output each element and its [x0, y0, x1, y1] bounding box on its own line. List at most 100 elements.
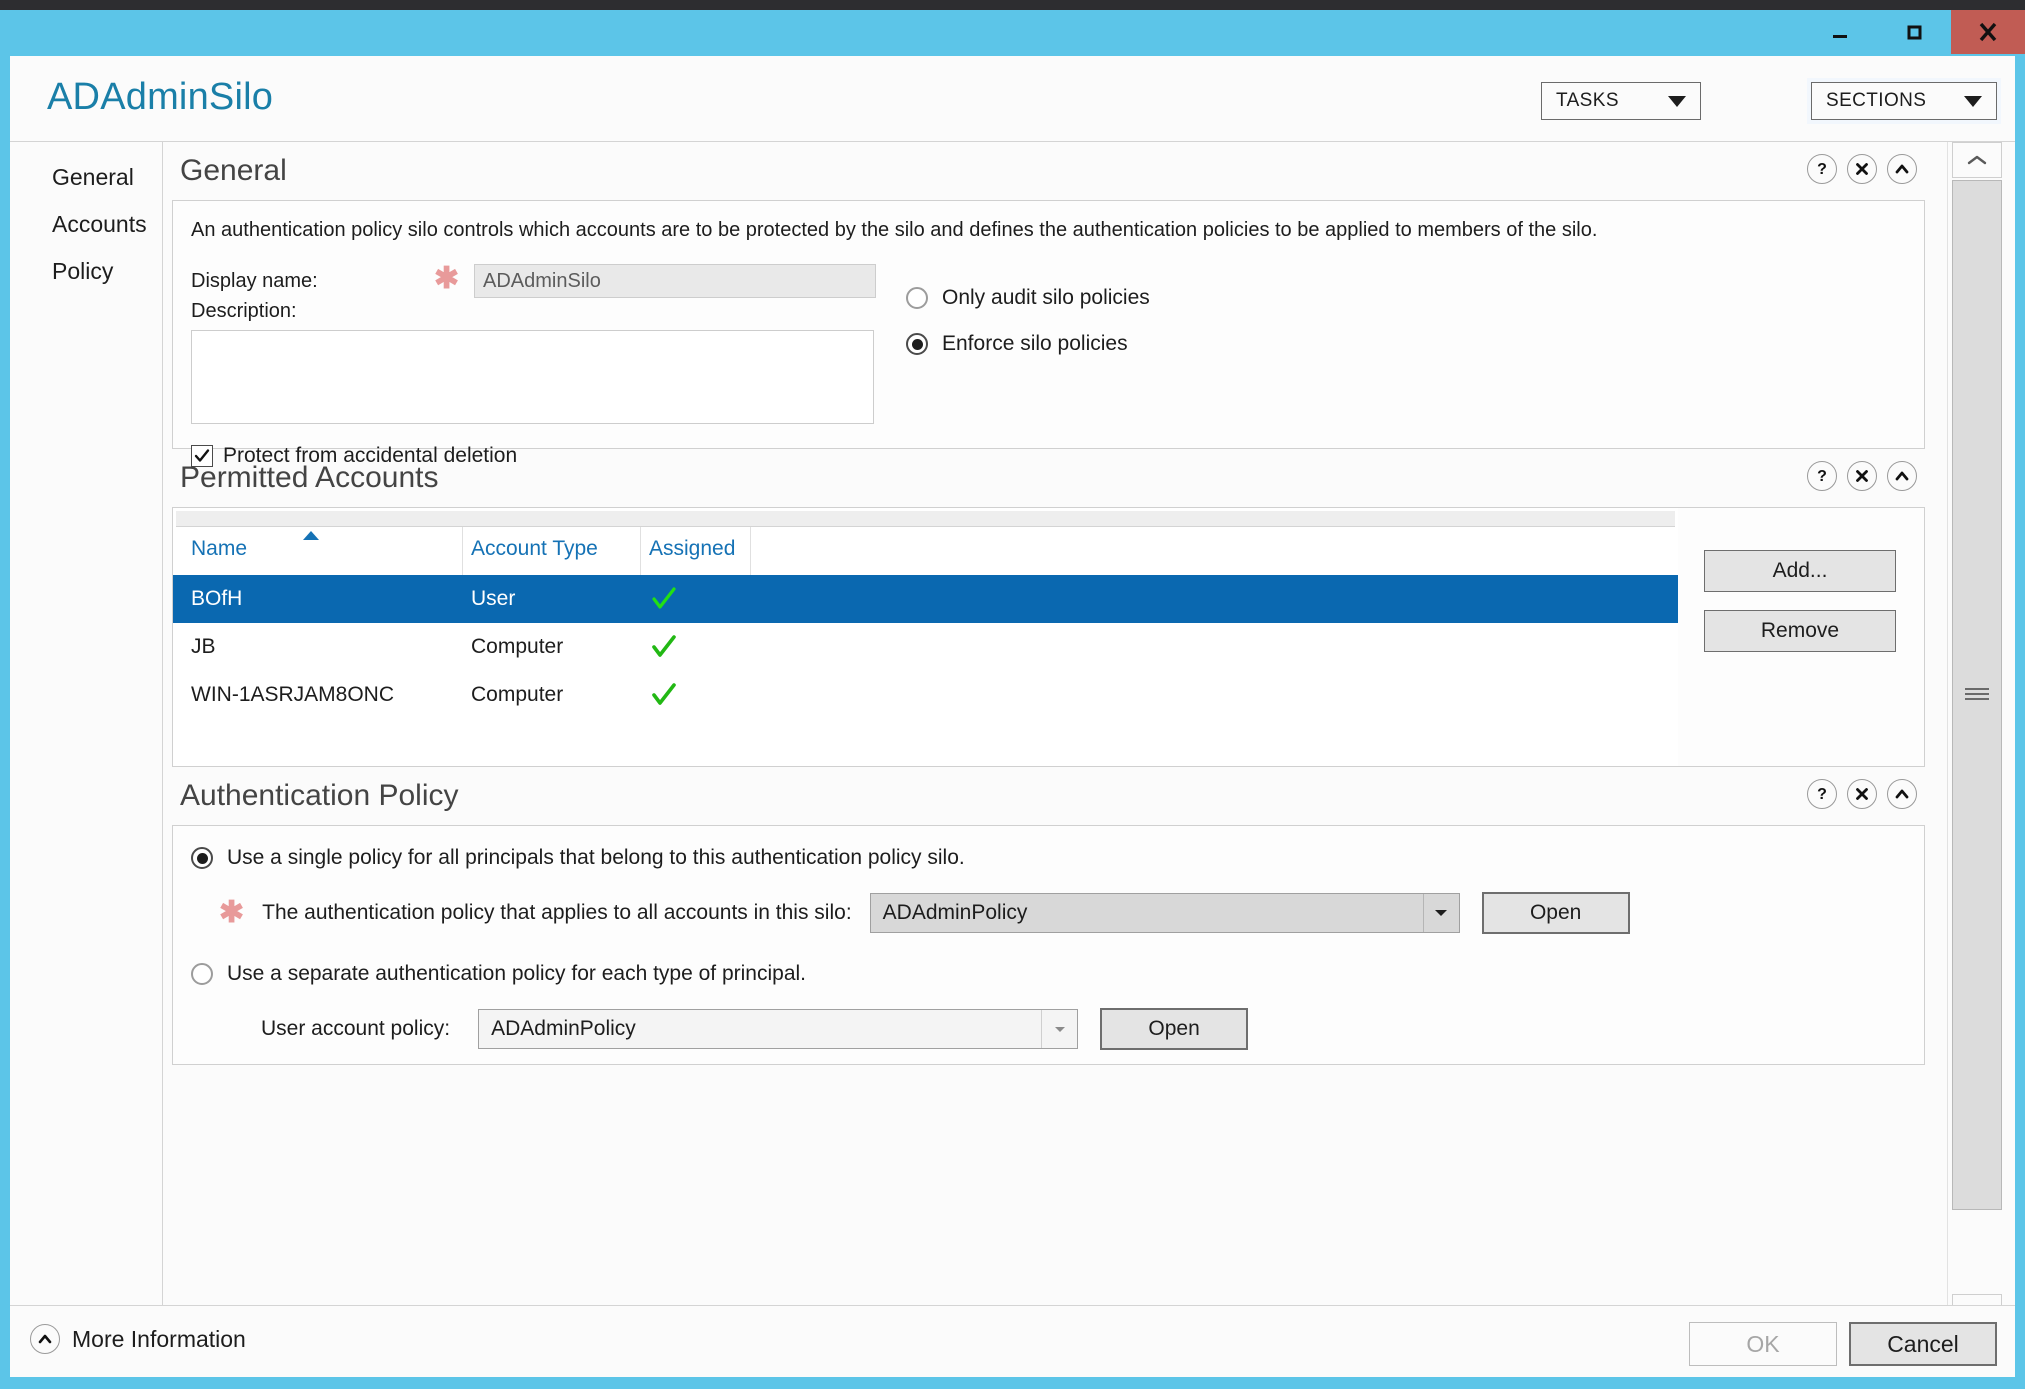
- single-policy-value: ADAdminPolicy: [883, 901, 1028, 925]
- table-row[interactable]: WIN-1ASRJAM8ONC Computer: [173, 671, 1678, 719]
- cancel-button[interactable]: Cancel: [1849, 1322, 1997, 1366]
- column-header-name[interactable]: Name: [183, 527, 463, 575]
- ok-button[interactable]: OK: [1689, 1322, 1837, 1366]
- cell-account-type: User: [471, 587, 649, 611]
- chevron-up-icon: [1892, 159, 1912, 179]
- minimize-button[interactable]: [1803, 10, 1877, 54]
- open-single-policy-button[interactable]: Open: [1482, 892, 1630, 934]
- maximize-button[interactable]: [1877, 10, 1951, 54]
- help-icon[interactable]: ?: [1807, 154, 1837, 184]
- sidebar-item-label: General: [52, 164, 134, 190]
- display-name-value: ADAdminSilo: [483, 270, 601, 292]
- table-row[interactable]: JB Computer: [173, 623, 1678, 671]
- column-header-account-type[interactable]: Account Type: [463, 527, 641, 575]
- scroll-up-button[interactable]: [1952, 142, 2002, 178]
- dialog-window: ADAdminSilo TASKS SECTIONS General Accou…: [0, 10, 2025, 1389]
- panel-header: ADAdminSilo TASKS SECTIONS: [10, 56, 2015, 142]
- sidebar-item-general[interactable]: General: [10, 154, 162, 201]
- radio-enforce-label: Enforce silo policies: [942, 332, 1128, 356]
- radio-single-policy-label: Use a single policy for all principals t…: [227, 846, 965, 870]
- radio-single-policy[interactable]: [191, 847, 213, 869]
- sidebar-item-label: Policy: [52, 258, 113, 284]
- checkmark-icon: [649, 680, 679, 710]
- single-policy-field-row: ✱ The authentication policy that applies…: [219, 892, 1906, 934]
- tasks-dropdown[interactable]: TASKS: [1541, 82, 1701, 120]
- title-bar: [0, 10, 2025, 56]
- section-title: General: [180, 154, 287, 187]
- help-icon[interactable]: ?: [1807, 461, 1837, 491]
- section-permitted-accounts-icons: ?: [1807, 461, 1917, 491]
- remove-button[interactable]: Remove: [1704, 610, 1896, 652]
- grid-toolbar: [176, 511, 1675, 527]
- radio-row-single-policy[interactable]: Use a single policy for all principals t…: [191, 846, 1906, 870]
- radio-row-enforce[interactable]: Enforce silo policies: [906, 332, 1150, 356]
- vertical-scrollbar[interactable]: [1947, 142, 2005, 1330]
- table-row[interactable]: BOfH User: [173, 575, 1678, 623]
- description-textarea[interactable]: [191, 330, 874, 424]
- section-permitted-accounts: Permitted Accounts ?: [164, 449, 1947, 767]
- question-mark-icon: ?: [1812, 784, 1832, 804]
- close-section-icon[interactable]: [1847, 461, 1877, 491]
- section-general: General ?: [164, 142, 1947, 449]
- question-mark-icon: ?: [1812, 159, 1832, 179]
- close-icon: [1852, 466, 1872, 486]
- tasks-label: TASKS: [1556, 90, 1619, 112]
- user-account-policy-combobox[interactable]: ADAdminPolicy: [478, 1009, 1078, 1049]
- cell-account-type: Computer: [471, 683, 649, 707]
- collapse-section-icon[interactable]: [1887, 154, 1917, 184]
- minimize-icon: [1827, 19, 1853, 45]
- chevron-down-icon[interactable]: [1041, 1010, 1077, 1048]
- section-authentication-policy-box: Use a single policy for all principals t…: [172, 825, 1925, 1065]
- permitted-accounts-grid: Name Account Type Assigned: [173, 508, 1678, 766]
- section-authentication-policy-header: Authentication Policy ?: [172, 767, 1925, 825]
- sidebar-item-policy[interactable]: Policy: [10, 248, 162, 295]
- column-header-label: Assigned: [649, 537, 735, 560]
- caret-down-glyph: [1434, 908, 1448, 918]
- scrollbar-thumb[interactable]: [1952, 180, 2002, 1210]
- description-label: Description:: [191, 300, 297, 323]
- open-user-policy-button[interactable]: Open: [1100, 1008, 1248, 1050]
- cell-name: WIN-1ASRJAM8ONC: [191, 683, 471, 707]
- column-header-label: Name: [191, 537, 247, 560]
- expand-more-icon[interactable]: [30, 1324, 60, 1354]
- radio-only-audit[interactable]: [906, 287, 928, 309]
- close-section-icon[interactable]: [1847, 779, 1877, 809]
- collapse-section-icon[interactable]: [1887, 779, 1917, 809]
- silo-mode-radio-group: Only audit silo policies Enforce silo po…: [906, 286, 1150, 378]
- chevron-down-icon: [1668, 96, 1686, 107]
- sections-dropdown[interactable]: SECTIONS: [1811, 82, 1997, 120]
- cell-account-type: Computer: [471, 635, 649, 659]
- more-information-button[interactable]: More Information: [30, 1324, 246, 1354]
- user-account-policy-label: User account policy:: [261, 1017, 450, 1041]
- column-header-filler: [751, 527, 1678, 575]
- section-permitted-accounts-header: Permitted Accounts ?: [172, 449, 1925, 507]
- radio-separate-policy-label: Use a separate authentication policy for…: [227, 962, 806, 986]
- sections-label: SECTIONS: [1826, 90, 1926, 112]
- column-header-assigned[interactable]: Assigned: [641, 527, 751, 575]
- radio-only-audit-label: Only audit silo policies: [942, 286, 1150, 310]
- collapse-section-icon[interactable]: [1887, 461, 1917, 491]
- radio-separate-policy[interactable]: [191, 963, 213, 985]
- background-window-strip: [0, 0, 2025, 10]
- chevron-down-icon[interactable]: [1423, 894, 1459, 932]
- radio-row-only-audit[interactable]: Only audit silo policies: [906, 286, 1150, 310]
- authentication-policy-body: Use a single policy for all principals t…: [173, 826, 1924, 1064]
- close-window-button[interactable]: [1951, 10, 2025, 54]
- radio-row-separate-policy[interactable]: Use a separate authentication policy for…: [191, 962, 1906, 986]
- help-icon[interactable]: ?: [1807, 779, 1837, 809]
- display-name-input[interactable]: ADAdminSilo: [474, 264, 876, 298]
- checkmark-icon: [649, 584, 679, 614]
- user-account-policy-value: ADAdminPolicy: [491, 1017, 636, 1041]
- chevron-down-icon: [1964, 96, 1982, 107]
- radio-enforce[interactable]: [906, 333, 928, 355]
- panel-body: General Accounts Policy General: [10, 142, 2015, 1330]
- add-button[interactable]: Add...: [1704, 550, 1896, 592]
- permitted-accounts-buttons: Add... Remove: [1678, 508, 1908, 766]
- single-policy-combobox[interactable]: ADAdminPolicy: [870, 893, 1460, 933]
- chevron-up-icon: [1892, 784, 1912, 804]
- close-section-icon[interactable]: [1847, 154, 1877, 184]
- sidebar-item-accounts[interactable]: Accounts: [10, 201, 162, 248]
- close-icon: [1852, 159, 1872, 179]
- sort-ascending-icon: [303, 531, 319, 540]
- single-policy-field-label: The authentication policy that applies t…: [262, 901, 852, 925]
